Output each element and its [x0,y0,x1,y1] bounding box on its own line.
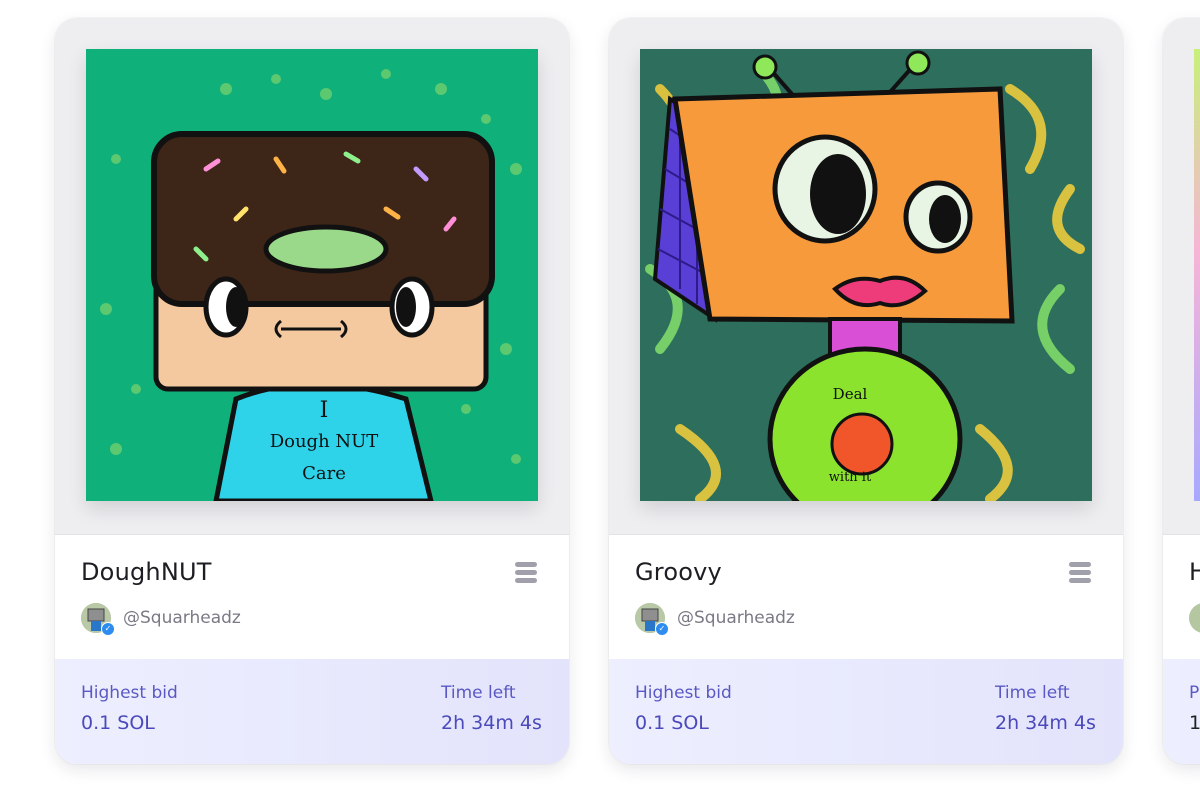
creator-avatar: ✓ [635,603,669,636]
creator-link[interactable]: ✓ @Squarheadz [81,602,241,636]
shirt-text-i: I [320,398,329,423]
creator-avatar [1189,603,1200,633]
hamburger-menu-icon[interactable] [1069,562,1093,584]
doughnut-artwork: I Dough NUT Care [86,49,538,501]
time-left-label: Time left [441,683,516,703]
creator-link[interactable]: ✓ @Squarheadz [635,602,795,636]
nft-title: H [1189,558,1200,586]
nft-card[interactable]: I Dough NUT Care DoughNUT ✓ @Squarheadz [55,18,569,764]
artwork-area: I Dough NUT Care [55,18,569,535]
body-text-with-it: with it [829,470,872,485]
creator-avatar: ✓ [81,603,115,636]
artwork-area [1163,18,1200,535]
highest-bid-label: Highest bid [635,683,732,703]
hamburger-menu-icon[interactable] [515,562,539,584]
time-left-label: Time left [995,683,1070,703]
creator-link[interactable] [1189,602,1200,634]
highest-bid-value: 0.1 SOL [635,712,709,734]
time-left-value: 2h 34m 4s [441,712,542,734]
auction-info-panel: P 1 [1163,659,1200,764]
shirt-text-doughnut: Dough NUT [270,431,379,452]
creator-handle: @Squarheadz [123,608,241,628]
shirt-text-care: Care [302,463,346,484]
nft-card-partial[interactable]: H P 1 [1163,18,1200,764]
nft-artwork[interactable] [1194,49,1200,501]
artwork-area: Deal with it [609,18,1123,535]
nft-artwork[interactable]: Deal with it [640,49,1092,501]
verified-check-icon: ✓ [101,622,115,636]
highest-bid-label: Highest bid [81,683,178,703]
auction-info-panel: Highest bid 0.1 SOL Time left 2h 34m 4s [609,659,1123,764]
time-left-value: 2h 34m 4s [995,712,1096,734]
groovy-artwork: Deal with it [640,49,1092,501]
nft-card[interactable]: Deal with it Groovy ✓ @Squarheadz Highes… [609,18,1123,764]
highest-bid-value: 0.1 SOL [81,712,155,734]
nft-title: Groovy [635,558,722,586]
body-text-deal: Deal [833,385,868,403]
verified-check-icon: ✓ [655,622,669,636]
highest-bid-label: P [1189,683,1200,703]
auction-info-panel: Highest bid 0.1 SOL Time left 2h 34m 4s [55,659,569,764]
nft-title: DoughNUT [81,558,212,586]
nft-artwork[interactable]: I Dough NUT Care [86,49,538,501]
highest-bid-value: 1 [1189,712,1200,734]
creator-handle: @Squarheadz [677,608,795,628]
nft-auction-grid: I Dough NUT Care DoughNUT ✓ @Squarheadz [0,0,1200,787]
